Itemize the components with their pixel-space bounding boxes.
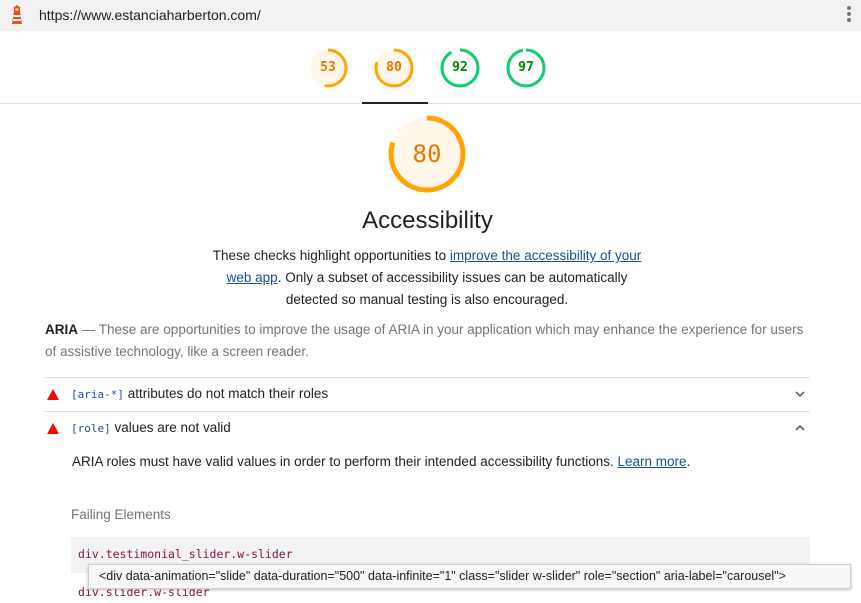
category-score-gauge: 80 — [386, 113, 468, 195]
audit-description-end: . — [686, 454, 691, 469]
category-description: These checks highlight opportunities to … — [212, 245, 642, 311]
node-snippet-tooltip: <div data-animation="slide" data-duratio… — [88, 564, 851, 589]
group-description: These are opportunities to improve the u… — [45, 322, 804, 359]
audit-aria-attributes[interactable]: [aria-*] attributes do not match their r… — [45, 377, 810, 411]
lighthouse-icon — [12, 5, 22, 24]
gauge-score: 80 — [386, 60, 402, 75]
performance-gauge[interactable]: 53 — [307, 47, 349, 89]
score-gauges-bar: 53 80 92 97 — [0, 31, 861, 104]
audit-description: ARIA roles must have valid values in ord… — [72, 454, 690, 469]
url-bar: https://www.estanciaharberton.com/ — [0, 0, 861, 31]
audit-description-text: ARIA roles must have valid values in ord… — [72, 454, 618, 469]
best-practices-gauge[interactable]: 92 — [439, 47, 481, 89]
fail-triangle-icon — [47, 389, 59, 400]
audit-role-values[interactable]: [role] values are not valid — [45, 411, 810, 445]
learn-more-link[interactable]: Learn more — [618, 454, 687, 469]
audit-title: [aria-*] attributes do not match their r… — [71, 386, 328, 401]
audit-title: [role] values are not valid — [71, 420, 231, 435]
audit-title-text: values are not valid — [110, 420, 231, 435]
desc-text-after: . Only a subset of accessibility issues … — [277, 270, 628, 307]
gauge-score: 97 — [518, 60, 534, 75]
aria-group-header: ARIA — These are opportunities to improv… — [45, 319, 805, 363]
chevron-down-icon[interactable] — [794, 388, 806, 400]
active-tab-indicator — [362, 102, 428, 104]
category-score: 80 — [412, 140, 442, 168]
failing-node-selector[interactable]: div.testimonial_slider.w-slider — [78, 547, 293, 561]
gauge-score: 92 — [452, 60, 468, 75]
page-url: https://www.estanciaharberton.com/ — [39, 7, 261, 23]
gauge-score: 53 — [320, 60, 336, 75]
audit-code: [aria-*] — [71, 388, 124, 401]
audit-code: [role] — [71, 422, 111, 435]
chevron-up-icon[interactable] — [794, 422, 806, 434]
fail-triangle-icon — [47, 423, 59, 434]
group-title: ARIA — [45, 322, 78, 337]
group-separator: — — [78, 322, 99, 337]
accessibility-gauge[interactable]: 80 — [373, 47, 415, 89]
failing-elements-header: Failing Elements — [71, 507, 171, 522]
audit-title-text: attributes do not match their roles — [123, 386, 329, 401]
desc-text-before: These checks highlight opportunities to — [212, 248, 450, 263]
kebab-menu-icon[interactable] — [845, 6, 853, 26]
seo-gauge[interactable]: 97 — [505, 47, 547, 89]
category-title: Accessibility — [362, 207, 493, 234]
